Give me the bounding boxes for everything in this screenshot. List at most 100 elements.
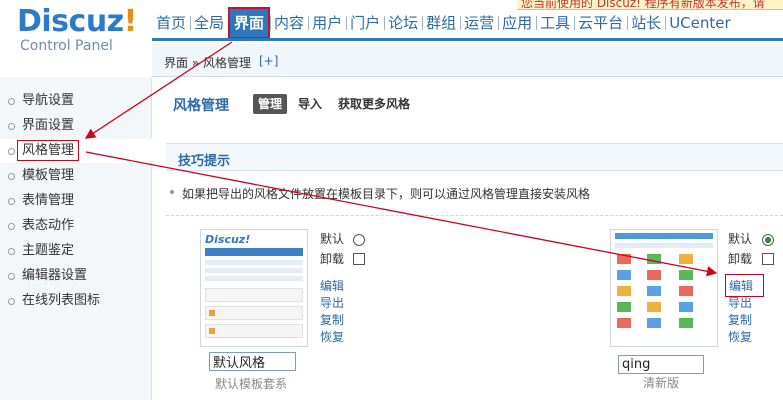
nav-item-ucenter[interactable]: UCenter — [665, 8, 734, 38]
sidebar-item-label: 风格管理 — [16, 140, 80, 161]
sidebar-item-label: 界面设置 — [22, 118, 75, 133]
nav-item-portal[interactable]: 门户 — [346, 8, 384, 38]
sidebar-item-navigation[interactable]: 导航设置 — [0, 89, 152, 113]
restore-link-1[interactable]: 恢复 — [320, 328, 344, 345]
uninstall-label: 卸载 — [320, 252, 345, 266]
thumbnail-dot — [209, 328, 215, 334]
default-radio-1[interactable] — [353, 234, 365, 246]
edit-link-2[interactable]: 编辑 — [724, 274, 765, 297]
thumbnail-nav — [205, 248, 303, 256]
sidebar-item-label: 模板管理 — [22, 168, 75, 183]
top-nav: 首页 全局 界面 内容 用户 门户 论坛 群组 运营 应用 工具 云平台 站长 … — [152, 7, 735, 39]
default-radio-2[interactable] — [762, 234, 774, 246]
nav-item-forum[interactable]: 论坛 — [384, 8, 422, 38]
thumbnail-tile — [617, 318, 631, 328]
thumbnail-box — [205, 324, 303, 338]
restore-link-2[interactable]: 恢复 — [728, 328, 752, 345]
copy-link-1[interactable]: 复制 — [320, 311, 344, 328]
logo-subtitle: Control Panel — [20, 38, 113, 54]
thumbnail-logo: Discuz! — [205, 233, 251, 246]
thumbnail-tile — [679, 254, 693, 264]
logo-text: Discuz — [17, 4, 124, 39]
thumbnail-row — [615, 243, 713, 248]
sidebar-item-smilies[interactable]: 表情管理 — [0, 189, 152, 213]
default-label: 默认 — [320, 232, 345, 246]
thumbnail-tile — [647, 254, 661, 264]
sidebar: 导航设置 界面设置 风格管理 模板管理 表情管理 表态动作 主题鉴定 编辑器设置… — [0, 77, 152, 400]
logo-bang: ! — [123, 4, 138, 39]
nav-item-tools[interactable]: 工具 — [536, 8, 574, 38]
thumbnail-tile — [647, 286, 661, 296]
thumbnail-box — [205, 288, 303, 302]
theme-thumbnail-default[interactable]: Discuz! — [200, 229, 308, 347]
export-link-1[interactable]: 导出 — [320, 294, 344, 311]
breadcrumb: 界面 » 风格管理 — [164, 56, 251, 70]
sidebar-item-editor-settings[interactable]: 编辑器设置 — [0, 264, 152, 288]
tip-text: 如果把导出的风格文件放置在模板目录下，则可以通过风格管理直接安装风格 — [169, 187, 591, 201]
thumbnail-tile — [617, 302, 631, 312]
thumbnail-tile — [617, 254, 631, 264]
sidebar-item-label: 编辑器设置 — [22, 268, 88, 283]
theme-name-input-qing[interactable] — [618, 355, 704, 374]
thumbnail-tile — [679, 302, 693, 312]
thumbnail-tile — [647, 270, 661, 280]
theme-thumbnail-qing[interactable] — [610, 229, 718, 347]
export-link-2[interactable]: 导出 — [728, 294, 752, 311]
theme-caption-qing: 清新版 — [643, 376, 680, 390]
logo[interactable]: Discuz! — [17, 4, 137, 39]
sidebar-item-label: 导航设置 — [22, 93, 75, 108]
sidebar-item-style-management[interactable]: 风格管理 — [0, 139, 152, 163]
tips-title: 技巧提示 — [178, 154, 231, 169]
nav-item-groups[interactable]: 群组 — [422, 8, 460, 38]
tab-bar: 管理 导入 获取更多风格 — [253, 94, 415, 114]
nav-item-apps[interactable]: 应用 — [498, 8, 536, 38]
thumbnail-tile — [647, 318, 661, 328]
edit-link-1[interactable]: 编辑 — [320, 277, 344, 294]
nav-item-operations[interactable]: 运营 — [460, 8, 498, 38]
sidebar-item-templates[interactable]: 模板管理 — [0, 164, 152, 188]
thumbnail-tile — [647, 302, 661, 312]
thumbnail-tile — [617, 270, 631, 280]
sidebar-item-label: 表情管理 — [22, 193, 75, 208]
sidebar-item-expressions[interactable]: 表态动作 — [0, 214, 152, 238]
thumbnail-box — [205, 306, 303, 320]
nav-item-webmaster[interactable]: 站长 — [627, 8, 665, 38]
main-panel: 风格管理 管理 导入 获取更多风格 技巧提示 如果把导出的风格文件放置在模板目录… — [152, 78, 783, 400]
thumbnail-row — [205, 260, 303, 265]
sidebar-item-online-icons[interactable]: 在线列表图标 — [0, 289, 152, 313]
default-label: 默认 — [728, 232, 753, 246]
theme-name-input-default[interactable] — [209, 352, 296, 371]
uninstall-checkbox-2[interactable] — [762, 253, 774, 265]
divider — [166, 215, 783, 216]
tips-header: 技巧提示 — [166, 143, 783, 171]
add-to-shortcuts-link[interactable]: [+] — [259, 54, 278, 68]
nav-item-global[interactable]: 全局 — [190, 8, 228, 38]
sidebar-item-label: 表态动作 — [22, 218, 75, 233]
nav-item-interface[interactable]: 界面 — [228, 7, 271, 39]
nav-item-users[interactable]: 用户 — [308, 8, 346, 38]
nav-item-content[interactable]: 内容 — [270, 8, 308, 38]
thumbnail-tile — [617, 286, 631, 296]
thumbnail-dot — [209, 310, 215, 316]
thumbnail-tile — [679, 286, 693, 296]
tab-import[interactable]: 导入 — [293, 94, 327, 114]
page-title: 风格管理 — [173, 98, 229, 114]
nav-divider — [152, 38, 783, 41]
nav-item-home[interactable]: 首页 — [152, 8, 190, 38]
thumbnail-tile — [679, 270, 693, 280]
uninstall-checkbox-1[interactable] — [353, 253, 365, 265]
breadcrumb-bar: 界面 » 风格管理 [+] — [152, 44, 783, 77]
sidebar-item-thread-stamps[interactable]: 主题鉴定 — [0, 239, 152, 263]
sidebar-item-interface-settings[interactable]: 界面设置 — [0, 114, 152, 138]
nav-item-cloud[interactable]: 云平台 — [574, 8, 627, 38]
thumbnail-tile — [679, 318, 693, 328]
theme-caption-default: 默认模板套系 — [215, 377, 288, 391]
thumbnail-row — [205, 268, 303, 273]
thumbnail-nav — [615, 233, 713, 239]
thumbnail-row — [205, 276, 303, 281]
tab-get-more-styles[interactable]: 获取更多风格 — [333, 94, 415, 114]
uninstall-label: 卸载 — [728, 252, 753, 266]
sidebar-item-label: 主题鉴定 — [22, 243, 75, 258]
tab-manage[interactable]: 管理 — [253, 94, 288, 114]
copy-link-2[interactable]: 复制 — [728, 311, 752, 328]
